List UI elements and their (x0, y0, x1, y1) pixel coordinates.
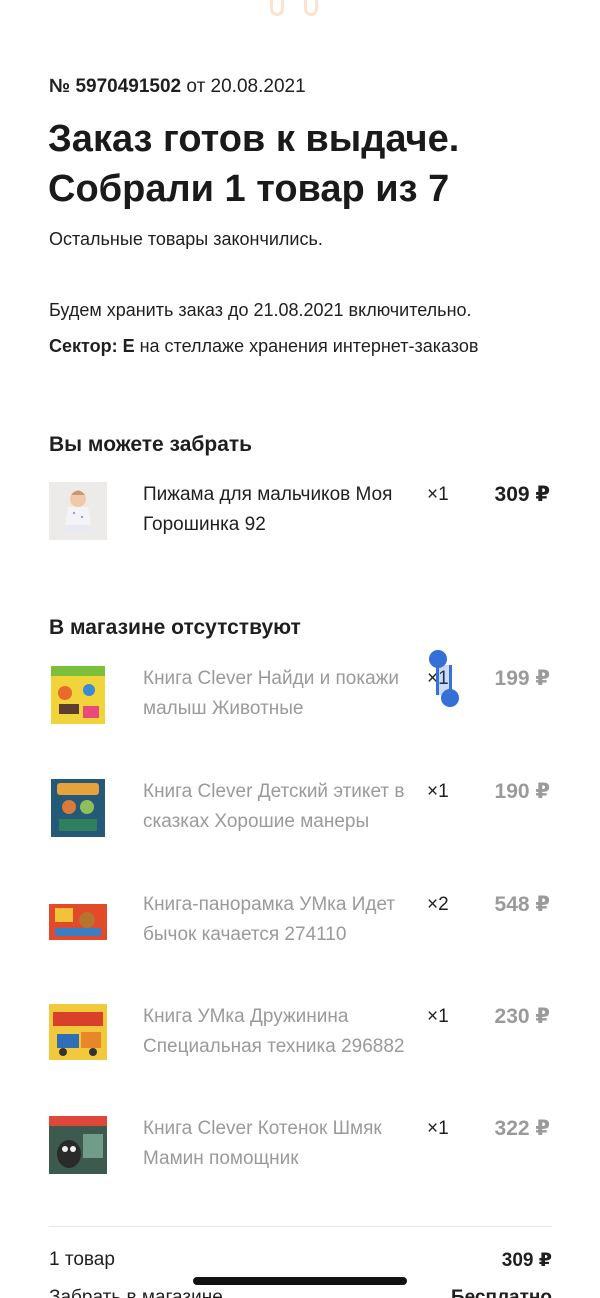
baby-photo-thumbnail (49, 482, 107, 540)
item-price: 230 ₽ (494, 1005, 550, 1028)
item-price: 199 ₽ (494, 667, 550, 690)
item-name: Книга Clever Детский этикет в сказках Хо… (143, 781, 405, 832)
summary-count-row: 1 товар 309 ₽ (49, 1249, 552, 1271)
order-date: от 20.08.2021 (186, 76, 306, 97)
sector-label: Сектор: Е (49, 336, 135, 356)
item-quantity: ×1 (427, 781, 449, 802)
order-number-line: № 5970491502 от 20.08.2021 (49, 76, 306, 98)
summary-total: 309 ₽ (501, 1250, 552, 1271)
item-price: 309 ₽ (494, 483, 550, 506)
item-name: Книга-панорамка УМка Идет бычок качается… (143, 894, 396, 945)
out-of-stock-note: Остальные товары закончились. (49, 229, 323, 249)
item-price: 190 ₽ (494, 780, 550, 803)
book-cat-thumbnail (49, 1116, 107, 1174)
item-name: Книга Clever Котенок Шмяк Мамин помощник (143, 1118, 382, 1169)
sector-description: на стеллаже хранения интернет-заказов (139, 336, 479, 356)
order-number: № 5970491502 (49, 76, 182, 97)
item-name: Книга УМка Дружинина Специальная техника… (143, 1006, 405, 1057)
summary-pickup-label: Забрать в магазине (49, 1287, 223, 1298)
book-manners-thumbnail (49, 779, 107, 837)
summary-count-label: 1 товар (49, 1249, 115, 1270)
summary-pickup-row: Забрать в магазине Бесплатно (49, 1287, 552, 1298)
book-animals-thumbnail (49, 666, 107, 724)
home-indicator[interactable] (193, 1277, 407, 1285)
selection-end-handle[interactable] (441, 689, 459, 707)
book-machinery-thumbnail (49, 1004, 107, 1062)
absent-heading: В магазине отсутствуют (49, 616, 301, 639)
item-quantity: ×1 (427, 1006, 449, 1027)
app-logo-fragment (268, 0, 324, 18)
item-quantity: ×1 (427, 484, 449, 505)
title-line-2: Собрали 1 товар из 7 (48, 168, 450, 210)
selection-start-bar (436, 665, 439, 695)
title-line-1: Заказ готов к выдаче. (48, 118, 460, 160)
pickup-sector: Сектор: Е на стеллаже хранения интернет-… (49, 336, 478, 357)
selection-start-handle[interactable] (429, 650, 447, 668)
item-price: 548 ₽ (494, 893, 550, 916)
summary-pickup-value: Бесплатно (450, 1287, 552, 1298)
summary-divider (49, 1226, 552, 1227)
item-quantity: ×2 (427, 894, 449, 915)
storage-deadline: Будем хранить заказ до 21.08.2021 включи… (49, 300, 472, 320)
item-quantity: ×1 (427, 1118, 449, 1139)
available-heading: Вы можете забрать (49, 433, 253, 456)
item-name: Книга Clever Найди и покажи малыш Животн… (143, 668, 399, 719)
item-price: 322 ₽ (494, 1117, 550, 1140)
page-title: Заказ готов к выдаче. Собрали 1 товар из… (48, 114, 568, 214)
item-name: Пижама для мальчиков Моя Горошинка 92 (143, 484, 393, 535)
book-panorama-thumbnail (49, 892, 107, 950)
